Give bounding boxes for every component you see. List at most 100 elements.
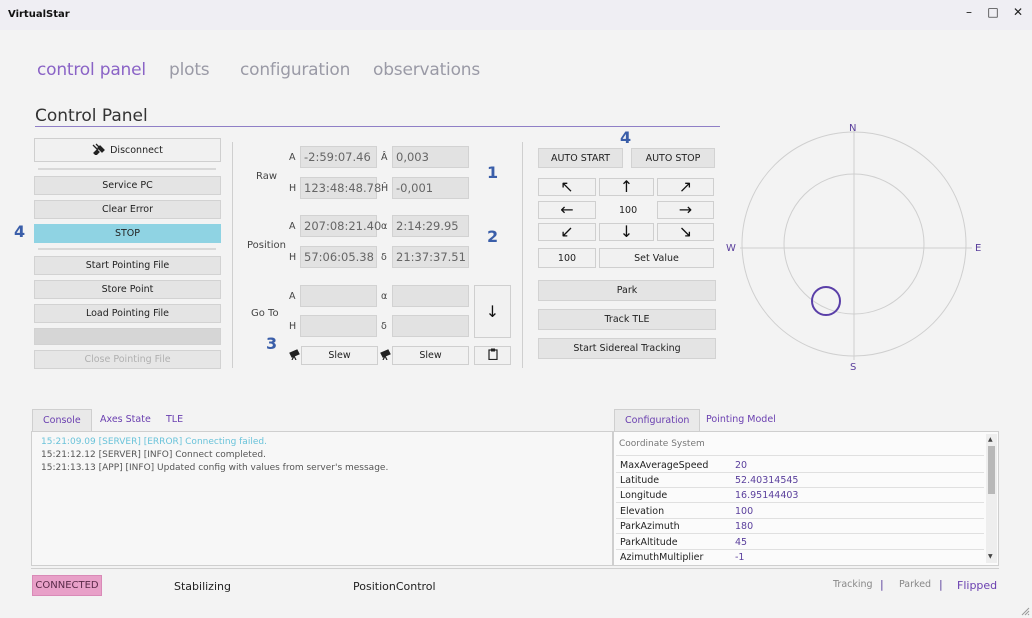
row-divider	[616, 518, 984, 519]
raw-h-value: 123:48:48.78	[300, 177, 381, 199]
position-delta-label: δ	[381, 252, 387, 263]
raw-h-hat-label: Ĥ	[381, 183, 389, 194]
tab-pointing-model[interactable]: Pointing Model	[696, 409, 786, 432]
scrollbar-thumb[interactable]	[988, 446, 995, 494]
copy-position-button[interactable]: ↓	[474, 285, 511, 338]
maximize-button[interactable]: □	[982, 4, 1004, 20]
console-line: 15:21:13.13 [APP] [INFO] Updated config …	[41, 463, 389, 473]
scroll-down-icon[interactable]: ▼	[988, 553, 993, 560]
set-value-button[interactable]: Set Value	[599, 248, 714, 268]
position-label: Position	[247, 240, 286, 251]
config-row-name: ParkAltitude	[620, 537, 678, 548]
auto-start-button[interactable]: AUTO START	[538, 148, 623, 168]
service-pc-button[interactable]: Service PC	[34, 176, 221, 195]
close-pointing-file-button[interactable]: Close Pointing File	[34, 350, 221, 369]
move-right-button[interactable]: →	[657, 201, 714, 219]
load-pointing-file-button[interactable]: Load Pointing File	[34, 304, 221, 323]
config-row-value[interactable]: 180	[735, 521, 753, 532]
parked-status: Parked	[899, 579, 932, 590]
arrow-up-icon: ↑	[619, 177, 634, 196]
position-h-label: H	[289, 252, 297, 263]
goto-a-input[interactable]	[300, 285, 377, 307]
position-h-value: 57:06:05.38	[300, 246, 377, 268]
move-down-left-button[interactable]: ↙	[538, 223, 596, 241]
disconnect-button[interactable]: Disconnect	[34, 138, 221, 162]
position-alpha-label: α	[381, 221, 388, 232]
raw-a-value: -2:59:07.46	[300, 146, 377, 168]
move-left-button[interactable]: ←	[538, 201, 596, 219]
config-row-value[interactable]: 45	[735, 537, 747, 548]
disconnect-label: Disconnect	[110, 144, 163, 156]
slew-button-ah[interactable]: Slew	[301, 346, 378, 365]
config-row-value[interactable]: 20	[735, 460, 747, 471]
arrow-left-icon: ←	[560, 200, 574, 219]
nav-tab-observations[interactable]: observations	[373, 60, 480, 80]
annotation-4: 4	[14, 222, 26, 241]
divider	[38, 168, 216, 170]
status-separator: |	[939, 578, 943, 591]
nav-tab-plots[interactable]: plots	[169, 60, 210, 80]
config-row-name: Elevation	[620, 506, 665, 517]
nav-tab-configuration[interactable]: configuration	[240, 60, 350, 80]
control-mode-status: PositionControl	[353, 580, 436, 593]
close-button[interactable]: ✕	[1007, 4, 1029, 20]
goto-alpha-input[interactable]	[392, 285, 469, 307]
clipboard-icon	[487, 348, 498, 363]
title-divider	[35, 126, 720, 127]
raw-a-hat-value: 0,003	[392, 146, 469, 168]
goto-alpha-label: α	[381, 291, 388, 302]
paste-button[interactable]	[474, 346, 511, 365]
value-input[interactable]: 100	[538, 248, 596, 268]
config-row-value[interactable]: 100	[735, 506, 753, 517]
move-down-right-button[interactable]: ↘	[657, 223, 714, 241]
move-down-button[interactable]: ↓	[599, 223, 654, 241]
row-divider	[616, 487, 984, 488]
tab-configuration[interactable]: Configuration	[614, 409, 701, 432]
row-divider	[616, 549, 984, 550]
track-tle-button[interactable]: Track TLE	[538, 309, 716, 330]
position-a-label: A	[289, 221, 296, 232]
config-row-value[interactable]: 52.40314545	[735, 475, 798, 486]
config-row-value[interactable]: -1	[735, 552, 744, 563]
connection-status-badge: CONNECTED	[32, 575, 102, 596]
auto-stop-button[interactable]: AUTO STOP	[631, 148, 715, 168]
clear-error-button[interactable]: Clear Error	[34, 200, 221, 219]
move-up-right-button[interactable]: ↗	[657, 178, 714, 196]
row-divider	[616, 455, 984, 456]
compass-south: S	[850, 362, 857, 373]
arrow-down-left-icon: ↙	[560, 222, 574, 241]
goto-label: Go To	[251, 308, 279, 319]
config-row-name: AzimuthMultiplier	[620, 552, 704, 563]
config-row-name: Longitude	[620, 490, 668, 501]
annotation-3: 3	[266, 334, 278, 353]
compass-west: W	[726, 243, 736, 254]
tab-console[interactable]: Console	[32, 409, 92, 432]
move-up-left-button[interactable]: ↖	[538, 178, 596, 196]
resize-grip-icon[interactable]	[1020, 606, 1030, 616]
slew-button-radec[interactable]: Slew	[392, 346, 469, 365]
start-sidereal-tracking-button[interactable]: Start Sidereal Tracking	[538, 338, 716, 359]
start-pointing-file-button[interactable]: Start Pointing File	[34, 256, 221, 275]
config-row-name: ParkAzimuth	[620, 521, 680, 532]
row-divider	[616, 502, 984, 503]
scroll-up-icon[interactable]: ▲	[988, 436, 993, 443]
config-row-name: Latitude	[620, 475, 660, 486]
tab-tle[interactable]: TLE	[156, 409, 193, 432]
tab-axes-state[interactable]: Axes State	[90, 409, 161, 432]
move-up-button[interactable]: ↑	[599, 178, 654, 196]
arrow-down-icon: ↓	[485, 301, 500, 321]
config-row-value[interactable]: 16.95144403	[735, 490, 798, 501]
stop-button[interactable]: STOP	[34, 224, 221, 243]
divider	[232, 142, 233, 368]
divider	[522, 142, 523, 368]
goto-h-input[interactable]	[300, 315, 377, 337]
config-row-name: MaxAverageSpeed	[620, 460, 709, 471]
step-value: 100	[619, 205, 638, 216]
store-point-button[interactable]: Store Point	[34, 280, 221, 299]
row-divider	[616, 533, 984, 534]
nav-tab-control-panel[interactable]: control panel	[37, 60, 146, 80]
tracking-status: Tracking	[833, 579, 873, 590]
goto-delta-input[interactable]	[392, 315, 469, 337]
minimize-button[interactable]: –	[958, 4, 980, 20]
park-button[interactable]: Park	[538, 280, 716, 301]
